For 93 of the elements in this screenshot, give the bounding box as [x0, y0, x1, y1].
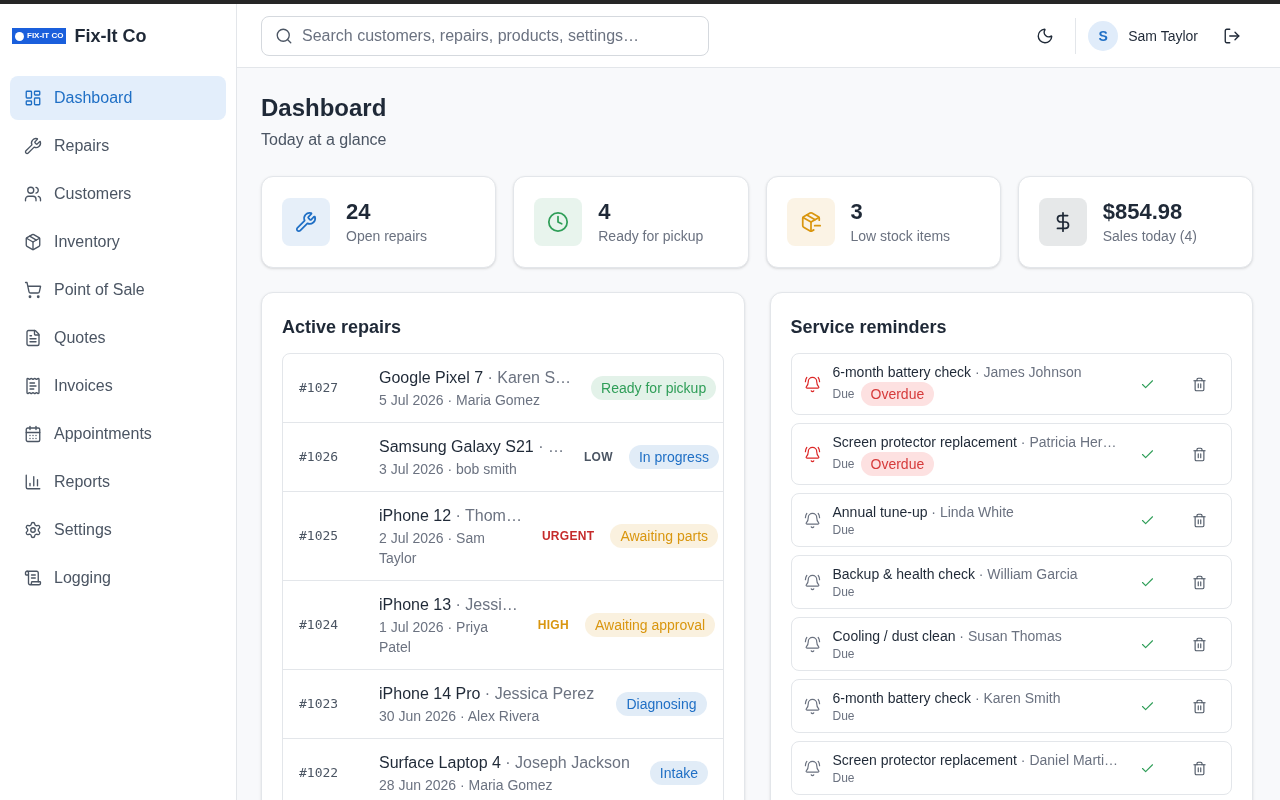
document-icon	[24, 329, 42, 347]
due-label: Due	[832, 646, 855, 662]
trash-icon	[1191, 512, 1207, 528]
stat-value: $854.98	[1102, 198, 1184, 226]
repair-meta: 30 Jun 2026 · Alex Rivera	[379, 707, 541, 726]
sidebar-item[interactable]: Customers	[10, 172, 226, 216]
sidebar-item[interactable]: Appointments	[10, 412, 226, 456]
moon-icon	[1036, 26, 1055, 45]
user-avatar: S	[1088, 20, 1119, 51]
sidebar-item[interactable]: Point of Sale	[10, 268, 226, 312]
repair-title: iPhone 13 · Jessi…	[379, 595, 518, 615]
reminder-title: Annual tune-up · Linda White	[832, 503, 1015, 522]
trash-icon	[1191, 376, 1207, 392]
bar-chart-icon	[24, 473, 42, 491]
reminder-title: 6-month battery check · Karen Smith	[832, 689, 1062, 708]
repair-meta: 5 Jul 2026 · Maria Gomez	[379, 391, 542, 410]
status-badge: Diagnosing	[616, 692, 707, 716]
trash-icon	[1191, 636, 1207, 652]
sidebar-item[interactable]: Quotes	[10, 316, 226, 360]
reminder-title: Backup & health check · William Garcia	[832, 565, 1079, 584]
repair-meta: 28 Jun 2026 · Maria Gomez	[379, 776, 554, 795]
reminder-title: 6-month battery check · James Johnson	[832, 363, 1083, 382]
receipt-icon	[24, 377, 42, 395]
sidebar-item[interactable]: Dashboard	[10, 76, 226, 120]
priority-label: URGENT	[541, 528, 595, 544]
reminder-title: Screen protector replacement · Daniel Marti…	[832, 751, 1119, 770]
user-menu-button[interactable]: S Sam Taylor	[1088, 20, 1198, 51]
user-name: Sam Taylor	[1128, 26, 1198, 46]
calendar-icon	[24, 425, 42, 443]
users-icon	[24, 185, 42, 203]
settings-icon	[24, 521, 42, 539]
repair-meta: 1 Jul 2026 · Priya Patel	[379, 618, 489, 657]
repair-number: #1022	[299, 764, 340, 783]
stat-value: 24	[346, 198, 372, 226]
scroll-icon	[24, 569, 42, 587]
repair-title: iPhone 12 · Thom…	[379, 506, 522, 526]
stat-label: Low stock items	[850, 227, 951, 246]
logout-icon	[1223, 26, 1241, 45]
cart-icon	[24, 281, 42, 299]
priority-label: LOW	[584, 449, 613, 465]
sidebar-item[interactable]: Inventory	[10, 220, 226, 264]
reminder-title: Screen protector replacement · Patricia Her…	[832, 433, 1118, 452]
repair-number: #1027	[299, 379, 340, 398]
stat-value: 3	[850, 198, 864, 226]
due-label: Due	[832, 770, 855, 786]
status-badge: In progress	[628, 445, 719, 469]
trash-icon	[1191, 760, 1207, 776]
stat-label: Ready for pickup	[598, 227, 704, 246]
sidebar-item[interactable]: Settings	[10, 508, 226, 552]
repair-number: #1023	[299, 695, 340, 714]
sidebar-item[interactable]: Repairs	[10, 124, 226, 168]
status-badge: Awaiting approval	[584, 613, 716, 637]
reminder-title: Cooling / dust clean · Susan Thomas	[832, 627, 1063, 646]
status-badge: Ready for pickup	[591, 376, 717, 400]
search-icon	[275, 26, 293, 45]
grid-icon	[24, 89, 42, 107]
logo-text: FIX-IT CO	[27, 31, 64, 41]
trash-icon	[1191, 574, 1207, 590]
page-subtitle: Today at a glance	[261, 130, 388, 150]
due-label: Due	[832, 708, 855, 724]
stat-value: 4	[598, 198, 612, 226]
overdue-badge: Overdue	[860, 382, 935, 406]
priority-label: HIGH	[537, 617, 569, 633]
due-label: Due	[832, 584, 855, 600]
repair-title: Surface Laptop 4 · Joseph Jackson	[379, 753, 630, 773]
sidebar-item[interactable]: Reports	[10, 460, 226, 504]
status-badge: Intake	[649, 761, 708, 785]
repair-title: Samsung Galaxy S21 · …	[379, 437, 564, 457]
trash-icon	[1191, 698, 1207, 714]
repair-title: Google Pixel 7 · Karen S…	[379, 368, 572, 388]
repair-meta: 2 Jul 2026 · Sam Taylor	[379, 529, 486, 568]
due-label: Due	[832, 456, 855, 472]
brand-name: Fix-It Co	[74, 25, 147, 48]
due-label: Due	[832, 522, 855, 538]
status-badge: Awaiting parts	[610, 524, 719, 548]
page-title: Dashboard	[261, 93, 388, 123]
panel-title: Active repairs	[282, 316, 403, 339]
trash-icon	[1191, 446, 1207, 462]
repair-number: #1026	[299, 448, 340, 467]
repair-title: iPhone 14 Pro · Jessica Perez	[379, 684, 596, 704]
stat-label: Open repairs	[346, 227, 427, 246]
panel-title: Service reminders	[790, 316, 948, 339]
repair-number: #1025	[299, 527, 340, 546]
sidebar-item[interactable]: Invoices	[10, 364, 226, 408]
repair-number: #1024	[299, 616, 340, 635]
box-icon	[24, 233, 42, 251]
sidebar-item[interactable]: Logging	[10, 556, 226, 600]
stat-label: Sales today (4)	[1102, 227, 1197, 246]
due-label: Due	[832, 386, 855, 402]
search-field[interactable]: Search customers, repairs, products, settings…	[261, 15, 709, 56]
wrench-icon	[24, 137, 42, 155]
overdue-badge: Overdue	[860, 452, 935, 476]
repair-meta: 3 Jul 2026 · bob smith	[379, 460, 518, 479]
